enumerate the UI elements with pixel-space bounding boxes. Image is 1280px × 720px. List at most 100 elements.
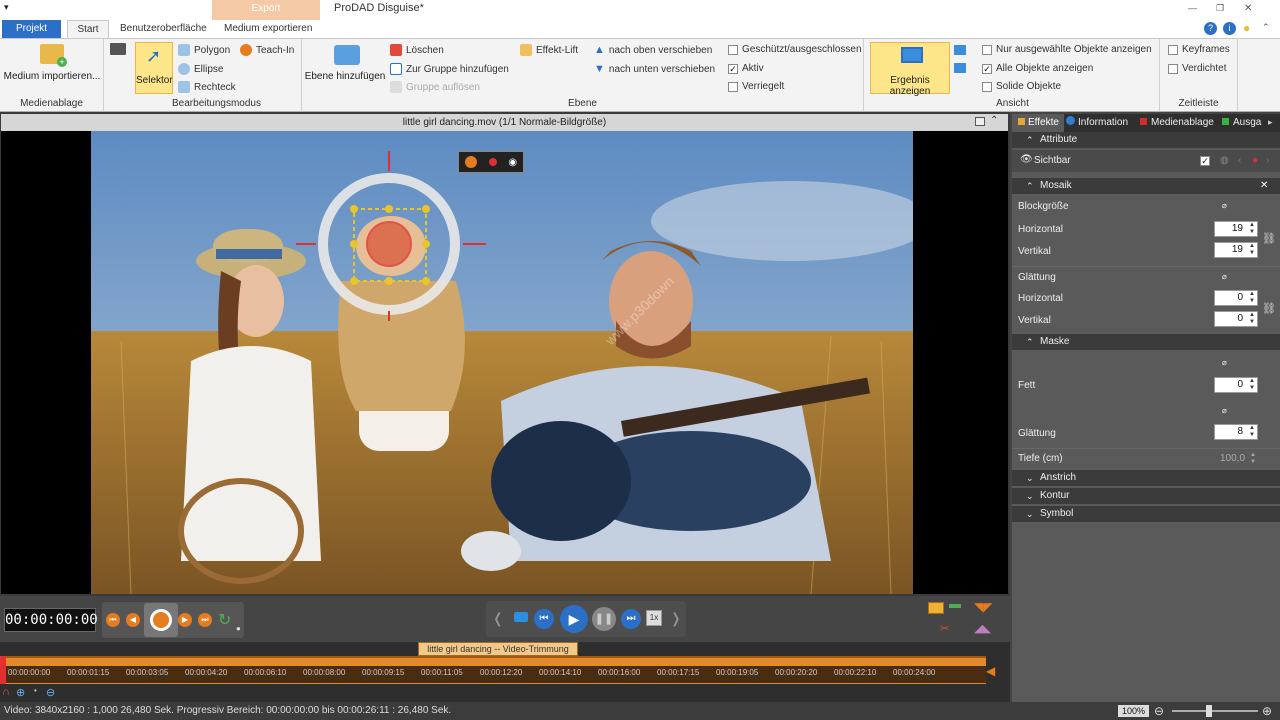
next-key-icon[interactable]: › bbox=[1266, 155, 1269, 166]
maske-glaettung-input[interactable]: 8 ▲ ▼ bbox=[1214, 424, 1258, 440]
nach-oben-button[interactable]: ▲ nach oben verschieben bbox=[594, 44, 712, 56]
film-icon[interactable] bbox=[110, 43, 126, 55]
skip-forward-icon[interactable]: ⏭ bbox=[198, 613, 212, 627]
effekt-lift-button[interactable]: Effekt-Lift bbox=[520, 44, 578, 56]
section-kontur[interactable]: ⌄ Kontur bbox=[1012, 488, 1280, 504]
clip-icon[interactable] bbox=[928, 602, 944, 614]
tab-start[interactable]: Start bbox=[67, 20, 109, 38]
tab-information[interactable]: Information bbox=[1066, 114, 1128, 132]
geschuetzt-checkbox[interactable]: Geschützt/ausgeschlossen bbox=[728, 44, 862, 55]
loop-icon[interactable] bbox=[514, 612, 528, 622]
verriegelt-checkbox[interactable]: Verriegelt bbox=[728, 81, 784, 92]
tiefe-spinner-icon[interactable]: ▲ ▼ bbox=[1250, 452, 1256, 466]
timeline[interactable]: little girl dancing -- Video-Trimmung 00… bbox=[0, 642, 1010, 702]
keyframe-toggle-icon[interactable]: ⌀ bbox=[1222, 201, 1227, 210]
solide-objekte-checkbox[interactable]: Solide Objekte bbox=[982, 81, 1061, 92]
restore-button[interactable]: ❐ bbox=[1216, 3, 1224, 14]
next-arrow-icon[interactable]: ❭ bbox=[670, 610, 682, 627]
tab-effekte[interactable]: Effekte bbox=[1012, 114, 1064, 132]
magnet-icon[interactable]: ∩ bbox=[2, 686, 10, 698]
step-forward-icon[interactable]: ▶ bbox=[178, 613, 192, 627]
video-frame[interactable]: www.p30down ◉ bbox=[91, 131, 913, 594]
tab-projekt[interactable]: Projekt bbox=[2, 20, 61, 38]
collapse-view-icon[interactable]: ⌃ bbox=[990, 115, 998, 126]
time-ruler[interactable]: 00:00:00:00 00:00:01:15 00:00:03:05 00:0… bbox=[4, 666, 986, 684]
ergebnis-anzeigen-button[interactable]: Ergebnis anzeigen bbox=[870, 42, 950, 97]
glaettung-horizontal-input[interactable]: 0 ▲ ▼ bbox=[1214, 290, 1258, 306]
settings-dot-icon[interactable]: ● bbox=[236, 624, 241, 633]
section-maske[interactable]: ⌃ Maske bbox=[1012, 334, 1280, 350]
eye-icon[interactable]: ◉ bbox=[508, 157, 517, 168]
keyframe-toggle-icon[interactable]: ⌀ bbox=[1222, 406, 1227, 415]
tab-medium-exportieren[interactable]: Medium exportieren bbox=[216, 20, 320, 38]
zoom-dot-icon[interactable]: • bbox=[34, 686, 37, 695]
lightbulb-icon[interactable]: ● bbox=[1243, 21, 1250, 35]
skip-back-icon[interactable]: ⏮ bbox=[106, 613, 120, 627]
sichtbar-checkbox[interactable]: ✓ bbox=[1200, 156, 1210, 166]
tabs-scroll-icon[interactable]: ▸ bbox=[1268, 117, 1273, 128]
collapse-ribbon-icon[interactable]: ⌃ bbox=[1262, 22, 1270, 33]
refresh-icon[interactable]: ↻ bbox=[218, 610, 231, 630]
rechteck-button[interactable]: Rechteck bbox=[178, 81, 236, 93]
loeschen-button[interactable]: Löschen bbox=[390, 44, 444, 56]
record-icon[interactable] bbox=[488, 158, 497, 166]
verdichtet-checkbox[interactable]: Verdichtet bbox=[1168, 63, 1226, 74]
keyframes-checkbox[interactable]: Keyframes bbox=[1168, 44, 1230, 55]
view-compare-icon[interactable] bbox=[954, 63, 966, 73]
import-media-button[interactable]: Medium importieren... bbox=[0, 71, 104, 82]
tab-benutzeroberflaeche[interactable]: Benutzeroberfläche bbox=[112, 20, 215, 38]
remove-effect-icon[interactable]: ✕ bbox=[1260, 178, 1268, 194]
split-marker-icon[interactable]: ◢◣ bbox=[974, 622, 991, 635]
zoom-out-icon[interactable]: ⊖ bbox=[46, 686, 55, 699]
selektor-button[interactable]: ➚ Selektor bbox=[135, 42, 173, 94]
teach-in-button[interactable]: Teach-In bbox=[240, 44, 294, 56]
ellipse-button[interactable]: Ellipse bbox=[178, 63, 223, 75]
minimize-button[interactable]: — bbox=[1188, 3, 1197, 13]
keyframe-toggle-icon[interactable]: ⌀ bbox=[1222, 358, 1227, 367]
global-icon[interactable]: ◍ bbox=[1220, 155, 1229, 166]
mosaik-horizontal-input[interactable]: 19 ▲ ▼ bbox=[1214, 221, 1258, 237]
maximize-view-icon[interactable] bbox=[975, 117, 985, 126]
keyframe-toggle-icon[interactable]: ⌀ bbox=[1222, 272, 1227, 281]
pause-icon[interactable]: ❚❚ bbox=[592, 607, 616, 631]
info-icon[interactable]: i bbox=[1223, 22, 1236, 35]
help-icon[interactable]: ? bbox=[1204, 22, 1217, 35]
trim-range-bar[interactable] bbox=[4, 656, 986, 666]
glaettung-vertikal-input[interactable]: 0 ▲ ▼ bbox=[1214, 311, 1258, 327]
zoom-in-icon[interactable]: ⊕ bbox=[16, 686, 25, 699]
section-attribute[interactable]: ⌃ Attribute bbox=[1012, 132, 1280, 148]
polygon-button[interactable]: Polygon bbox=[178, 44, 230, 56]
link-icon[interactable]: ⛓ bbox=[1262, 302, 1276, 315]
teach-in-icon[interactable] bbox=[464, 156, 477, 168]
step-back-icon[interactable]: ◀ bbox=[126, 613, 140, 627]
ebene-hinzufuegen-button[interactable]: Ebene hinzufügen bbox=[302, 71, 388, 82]
overlay-toolbar[interactable]: ◉ bbox=[458, 151, 524, 173]
nur-ausgewaehlte-checkbox[interactable]: Nur ausgewählte Objekte anzeigen bbox=[982, 44, 1152, 55]
zoom-in-icon[interactable]: ⊕ bbox=[1262, 702, 1272, 720]
gruppe-aufloesen-button[interactable]: Gruppe auflösen bbox=[390, 81, 480, 93]
green-marker-icon[interactable] bbox=[949, 604, 961, 608]
view-small-icon[interactable] bbox=[954, 45, 966, 55]
teach-in-record-icon[interactable] bbox=[150, 609, 172, 631]
clip-label[interactable]: little girl dancing -- Video-Trimmung bbox=[418, 642, 578, 656]
zoom-level[interactable]: 100% bbox=[1118, 705, 1150, 717]
scissors-icon[interactable]: ✂ bbox=[940, 622, 949, 635]
playhead[interactable] bbox=[0, 656, 6, 684]
go-to-start-icon[interactable]: ⏮ bbox=[534, 609, 554, 629]
link-icon[interactable]: ⛓ bbox=[1262, 232, 1276, 245]
mosaik-vertikal-input[interactable]: 19 ▲ ▼ bbox=[1214, 242, 1258, 258]
close-button[interactable]: ✕ bbox=[1244, 3, 1252, 14]
nach-unten-button[interactable]: ▼ nach unten verschieben bbox=[594, 63, 715, 75]
fett-input[interactable]: 0 ▲ ▼ bbox=[1214, 377, 1258, 393]
speed-button[interactable]: 1x bbox=[646, 610, 662, 626]
tab-medienablage[interactable]: Medienablage bbox=[1140, 114, 1214, 132]
prev-arrow-icon[interactable]: ❬ bbox=[492, 610, 504, 627]
trim-end-marker-icon[interactable]: ◀ bbox=[986, 664, 995, 678]
play-icon[interactable]: ▶ bbox=[560, 605, 588, 633]
keyframe-icon[interactable]: ● bbox=[1252, 155, 1258, 166]
timecode-display[interactable]: 00:00:00:00 bbox=[4, 608, 98, 632]
aktiv-checkbox[interactable]: ✓ Aktiv bbox=[728, 63, 764, 74]
section-mosaik[interactable]: ⌃ Mosaik ✕ bbox=[1012, 178, 1280, 194]
zoom-out-icon[interactable]: ⊖ bbox=[1154, 702, 1164, 720]
trim-marker-icon[interactable]: ◥◤ bbox=[974, 600, 992, 614]
